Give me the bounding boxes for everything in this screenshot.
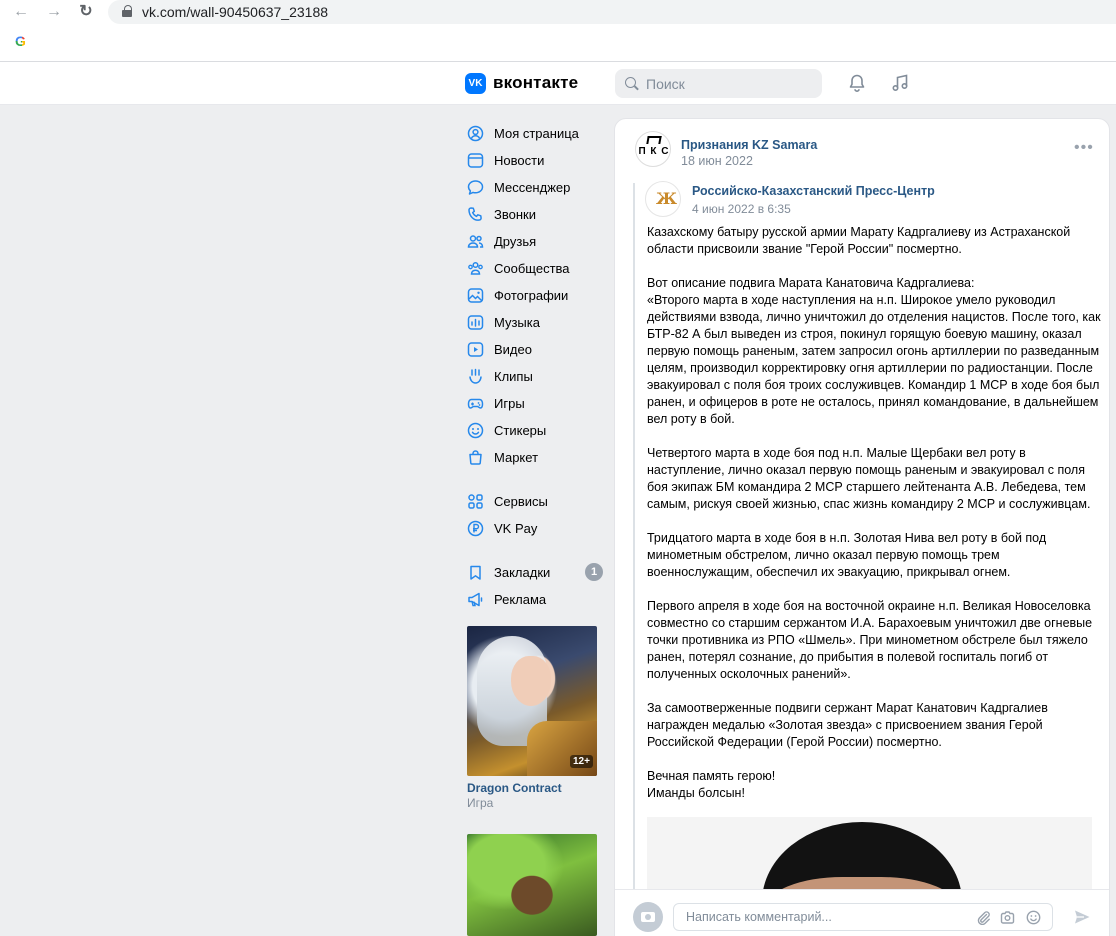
market-icon [469,450,482,465]
google-icon[interactable]: G [15,34,29,48]
menu-item-label: Видео [494,342,532,357]
more-options-icon[interactable]: ••• [1074,140,1094,156]
search-input[interactable]: Поиск [646,76,685,92]
menu-item-label: Моя страница [494,126,579,141]
user-icon [467,125,484,142]
menu-item-clips[interactable]: Клипы [467,365,607,389]
post-author-link[interactable]: Признания KZ Samara [681,138,817,152]
menu-item-communities[interactable]: Сообщества [467,257,607,281]
menu-item-label: Друзья [494,234,537,249]
repost-author-avatar[interactable]: Ж [645,181,681,217]
menu-item-label: Фотографии [494,288,569,303]
menu-item-friends[interactable]: Друзья [467,230,607,254]
menu-item-messenger[interactable]: Мессенджер [467,176,607,200]
gamepad-icon [467,398,484,409]
repost-author-link[interactable]: Российско-Казахстанский Пресс-Центр [692,184,935,198]
friends-icon [467,235,484,248]
menu-item-label: Мессенджер [494,180,571,195]
vk-header: VK вконтакте Поиск [0,62,1116,105]
address-url[interactable]: vk.com/wall-90450637_23188 [142,4,328,20]
menu-item-stickers[interactable]: Стикеры [467,419,607,443]
forward-arrow-icon[interactable]: → [44,2,64,22]
menu-item-label: Маркет [494,450,539,465]
post-paragraph: Четвертого марта в ходе боя под н.п. Мал… [647,446,1091,511]
vk-logo-icon[interactable]: VK [465,73,486,94]
menu-item-label: Музыка [494,315,540,330]
menu-item-label: Игры [494,396,525,411]
menu-item-vk-pay[interactable]: VK Pay [467,517,607,541]
comment-bar [615,889,1109,936]
vk-wordmark[interactable]: вконтакте [493,73,578,93]
wall-post: П К С Признания KZ Samara 18 июн 2022 ••… [614,118,1110,936]
author-avatar[interactable]: П К С [635,131,671,167]
camera-avatar-icon[interactable] [633,902,663,932]
post-photo[interactable] [647,817,1092,897]
age-rating-badge: 12+ [570,755,593,768]
music-note-icon[interactable] [890,73,910,93]
news-icon [467,153,484,168]
ad-banner-image-2[interactable] [467,834,597,936]
menu-item-music[interactable]: Музыка [467,311,607,335]
menu-item-label: Сообщества [494,261,570,276]
ad-title-link[interactable]: Dragon Contract [467,781,562,795]
bell-icon[interactable] [847,73,867,93]
menu-item-label: VK Pay [494,521,538,536]
post-paragraph: Первого апреля в ходе боя на восточной о… [647,599,1093,681]
menu-item-label: Новости [494,153,545,168]
post-date[interactable]: 18 июн 2022 [681,154,753,168]
ad-subtitle: Игра [467,796,494,810]
services-icon [468,494,483,509]
clips-icon [469,368,482,384]
menu-item-services[interactable]: Сервисы [467,490,607,514]
vkpay-icon [467,520,484,537]
ad-banner-image[interactable]: 12+ [467,626,597,776]
menu-item-my-page[interactable]: Моя страница [467,122,607,146]
paperclip-icon[interactable] [976,910,991,925]
post-paragraph: Вечная память герою! Иманды болсын! [647,769,776,800]
post-paragraph: Вот описание подвига Марата Канатовича К… [647,276,1101,426]
bookmark-icon [470,565,481,580]
video-icon [467,342,484,357]
megaphone-icon [468,592,483,607]
menu-item-label: Реклама [494,592,547,607]
repost-date[interactable]: 4 июн 2022 в 6:35 [692,202,791,216]
repost-divider [633,183,635,893]
post-text: Казахскому батыру русской армии Марату К… [647,224,1102,819]
bookmarks-count-badge: 1 [585,563,603,581]
reload-icon[interactable]: ↻ [76,2,96,22]
menu-item-label: Стикеры [494,423,547,438]
menu-item-label: Закладки [494,565,551,580]
smile-icon[interactable] [1026,910,1041,925]
search-box[interactable]: Поиск [615,69,822,98]
browser-chrome: ← → ↻ vk.com/wall-90450637_23188 G [0,0,1116,62]
music-icon [467,315,484,330]
menu-item-market[interactable]: Маркет [467,446,607,470]
send-icon[interactable] [1073,908,1091,926]
post-paragraph: Тридцатого марта в ходе боя в н.п. Золот… [647,531,1047,579]
back-arrow-icon[interactable]: ← [11,2,31,22]
phone-icon [468,207,482,221]
menu-item-games[interactable]: Игры [467,392,607,416]
lock-icon [122,5,132,18]
photo-icon [467,288,484,303]
menu-item-news[interactable]: Новости [467,149,607,173]
menu-item-photos[interactable]: Фотографии [467,284,607,308]
communities-icon [468,261,483,275]
menu-item-label: Звонки [494,207,536,222]
comment-input[interactable] [673,903,1053,931]
menu-item-bookmarks[interactable]: Закладки 1 [467,561,607,585]
message-icon [467,180,484,195]
search-icon [625,77,636,88]
menu-item-calls[interactable]: Звонки [467,203,607,227]
menu-item-video[interactable]: Видео [467,338,607,362]
sticker-icon [467,422,484,439]
address-bar[interactable]: vk.com/wall-90450637_23188 [108,0,1116,24]
menu-item-label: Сервисы [494,494,548,509]
menu-item-ads[interactable]: Реклама [467,588,607,612]
menu-item-label: Клипы [494,369,533,384]
post-paragraph: Казахскому батыру русской армии Марату К… [647,225,1071,256]
post-paragraph: За самоотверженные подвиги сержант Марат… [647,701,1048,749]
camera-icon[interactable] [1000,910,1015,925]
